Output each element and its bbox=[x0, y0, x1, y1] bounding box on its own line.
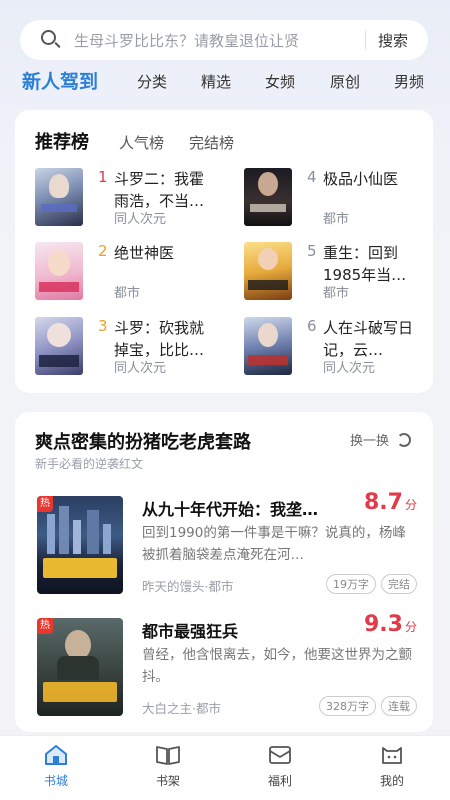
book-genre: 都市 bbox=[323, 212, 350, 227]
book-item[interactable]: 热 从九十年代开始：我垄… 8.7 分 回到1990的第一件事是干嘛？说真的，杨峰… bbox=[37, 490, 417, 596]
book-title: 重生：回到1985年当… bbox=[323, 244, 407, 284]
book-cover bbox=[244, 317, 292, 375]
profile-icon bbox=[379, 744, 405, 766]
search-button[interactable]: 搜索 bbox=[378, 30, 408, 51]
search-icon bbox=[40, 29, 62, 51]
tab-original[interactable]: 原创 bbox=[330, 66, 360, 98]
book-cover bbox=[35, 242, 83, 300]
book-genre: 同人次元 bbox=[114, 361, 167, 376]
book-item[interactable]: 热 都市最强狂兵 9.3 分 曾经，他含恨离去，如今，他要这世界为之颤抖。 大白之… bbox=[37, 612, 417, 718]
rank-number: 5 bbox=[307, 242, 317, 260]
book-meta: 昨天的馒头·都市 bbox=[142, 579, 234, 594]
divider bbox=[364, 31, 366, 49]
book-description: 曾经，他含恨离去，如今，他要这世界为之颤抖。 bbox=[142, 647, 412, 685]
book-title: 斗罗：砍我就掉宝，比比… bbox=[114, 319, 205, 359]
rank-number: 1 bbox=[98, 168, 108, 186]
book-cover bbox=[35, 317, 83, 375]
book-title: 斗罗二：我霍雨浩，不当… bbox=[114, 170, 205, 210]
word-count-badge: 328万字 bbox=[319, 696, 376, 716]
book-genre: 都市 bbox=[114, 286, 141, 301]
rank-item[interactable]: 5 重生：回到1985年当… 都市 bbox=[244, 242, 444, 302]
tab-recommend-rank[interactable]: 推荐榜 bbox=[35, 128, 89, 154]
nav-welfare[interactable]: 福利 bbox=[250, 744, 310, 789]
book-title: 极品小仙医 bbox=[323, 170, 399, 188]
category-tabs: 新人驾到 分类 精选 女频 原创 男频 bbox=[0, 66, 450, 98]
book-cover: 热 bbox=[37, 496, 123, 594]
book-cover bbox=[35, 168, 83, 226]
book-description: 回到1990的第一件事是干嘛？说真的，杨峰被抓着脑袋差点淹死在河… bbox=[142, 525, 406, 563]
book-score: 9.3 分 bbox=[364, 612, 417, 637]
book-cover: 热 bbox=[37, 618, 123, 716]
section-subtitle: 新手必看的逆袭红文 bbox=[35, 457, 144, 471]
rank-item[interactable]: 2 绝世神医 都市 bbox=[35, 242, 235, 302]
tab-new-arrivals[interactable]: 新人驾到 bbox=[22, 66, 98, 98]
section-title: 爽点密集的扮猪吃老虎套路 bbox=[35, 432, 251, 453]
rank-item[interactable]: 6 人在斗破写日记，云… 同人次元 bbox=[244, 317, 444, 377]
recommend-card: 爽点密集的扮猪吃老虎套路 新手必看的逆袭红文 换一换 热 从九十年代开始：我垄…… bbox=[15, 412, 433, 732]
book-genre: 同人次元 bbox=[114, 212, 167, 227]
bookstore-icon bbox=[43, 744, 69, 766]
book-cover bbox=[244, 242, 292, 300]
search-bar[interactable]: 生母斗罗比比东？请教皇退位让贤 搜索 bbox=[20, 20, 428, 60]
hot-badge: 热 bbox=[37, 618, 53, 634]
tab-category[interactable]: 分类 bbox=[137, 66, 167, 98]
word-count-badge: 19万字 bbox=[326, 574, 376, 594]
rank-number: 2 bbox=[98, 242, 108, 260]
nav-label: 书城 bbox=[43, 774, 68, 788]
hot-badge: 热 bbox=[37, 496, 53, 512]
book-chips: 19万字 完结 bbox=[321, 574, 417, 594]
welfare-icon bbox=[267, 744, 293, 766]
nav-bookshelf[interactable]: 书架 bbox=[138, 744, 198, 789]
book-meta: 大白之主·都市 bbox=[142, 701, 221, 716]
rank-number: 3 bbox=[98, 317, 108, 335]
ranking-card: 推荐榜 人气榜 完结榜 1 斗罗二：我霍雨浩，不当… 同人次元 2 绝世神医 都… bbox=[15, 110, 433, 393]
nav-label: 福利 bbox=[267, 774, 292, 788]
book-title: 从九十年代开始：我垄… bbox=[142, 500, 319, 519]
book-genre: 同人次元 bbox=[323, 361, 376, 376]
book-title: 绝世神医 bbox=[114, 244, 175, 262]
tab-male[interactable]: 男频 bbox=[394, 66, 424, 98]
book-genre: 都市 bbox=[323, 286, 350, 301]
status-badge: 连载 bbox=[381, 696, 417, 716]
nav-profile[interactable]: 我的 bbox=[362, 744, 422, 789]
refresh-icon bbox=[397, 432, 411, 447]
refresh-button[interactable]: 换一换 bbox=[350, 430, 411, 449]
tab-featured[interactable]: 精选 bbox=[201, 66, 231, 98]
book-title: 都市最强狂兵 bbox=[142, 622, 239, 641]
tab-finished-rank[interactable]: 完结榜 bbox=[189, 132, 234, 153]
search-input[interactable]: 生母斗罗比比东？请教皇退位让贤 bbox=[74, 30, 365, 51]
rank-number: 6 bbox=[307, 317, 317, 335]
rank-number: 4 bbox=[307, 168, 317, 186]
book-title: 人在斗破写日记，云… bbox=[323, 319, 414, 359]
ranking-tabs: 推荐榜 人气榜 完结榜 bbox=[35, 128, 259, 154]
rank-item[interactable]: 1 斗罗二：我霍雨浩，不当… 同人次元 bbox=[35, 168, 235, 228]
rank-item[interactable]: 3 斗罗：砍我就掉宝，比比… 同人次元 bbox=[35, 317, 235, 377]
nav-bookstore[interactable]: 书城 bbox=[26, 744, 86, 789]
refresh-label: 换一换 bbox=[349, 434, 389, 449]
book-chips: 328万字 连载 bbox=[314, 696, 417, 716]
status-badge: 完结 bbox=[381, 574, 417, 594]
tab-popular-rank[interactable]: 人气榜 bbox=[119, 132, 164, 153]
tab-female[interactable]: 女频 bbox=[265, 66, 295, 98]
bottom-nav: 书城 书架 福利 我的 bbox=[0, 735, 450, 800]
nav-label: 书架 bbox=[155, 774, 180, 788]
nav-label: 我的 bbox=[379, 774, 404, 788]
book-cover bbox=[244, 168, 292, 226]
bookshelf-icon bbox=[155, 744, 181, 766]
book-score: 8.7 分 bbox=[364, 490, 417, 515]
rank-item[interactable]: 4 极品小仙医 都市 bbox=[244, 168, 444, 228]
